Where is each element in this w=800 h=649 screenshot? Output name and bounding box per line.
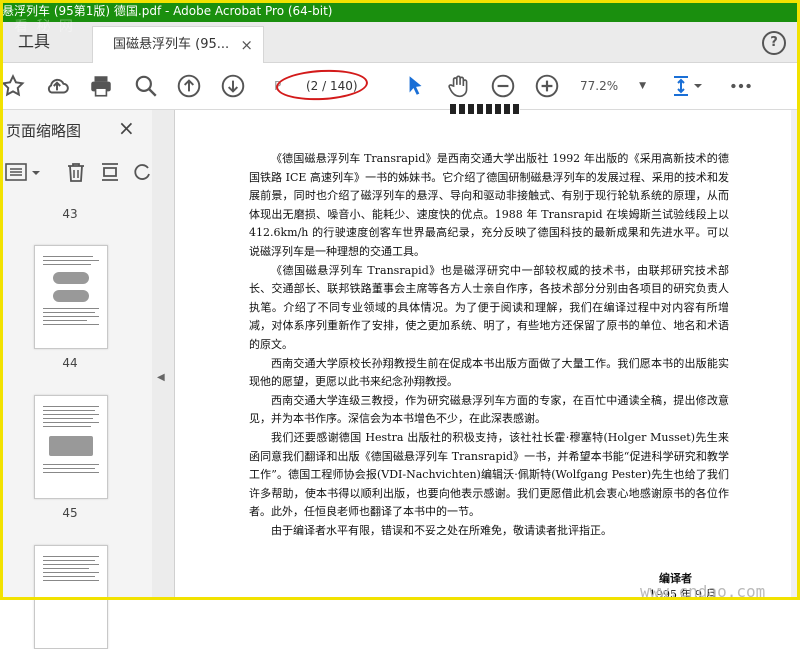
select-cursor-icon[interactable] xyxy=(402,73,428,99)
paragraph: 《德国磁悬浮列车 Transrapid》也是磁浮研究中一部较权威的技术书，由联邦… xyxy=(249,263,729,351)
cut-off-heading xyxy=(450,104,520,114)
paragraph: 《德国磁悬浮列车 Transrapid》是西南交通大学出版社 1992 年出版的… xyxy=(249,152,729,258)
toolbar: P (2 / 140) 77.2% ▼ xyxy=(0,63,800,110)
print-icon[interactable] xyxy=(88,73,114,99)
collapse-arrow-icon[interactable]: ◀ xyxy=(157,372,165,383)
document-viewport: 《德国磁悬浮列车 Transrapid》是西南交通大学出版社 1992 年出版的… xyxy=(175,104,800,601)
tab-document-label: 国磁悬浮列车 (95... xyxy=(113,37,230,52)
zoom-out-icon[interactable] xyxy=(490,73,516,99)
paragraph: 西南交通大学连级三教授，作为研究磁悬浮列车方面的专家，在百忙中通读全稿，提出修改… xyxy=(249,393,729,426)
watermark-bottom-right: www.cndao.com xyxy=(640,582,766,601)
options-menu-icon[interactable] xyxy=(4,160,44,184)
close-icon[interactable]: × xyxy=(118,116,135,140)
page-thumbnail-44[interactable] xyxy=(34,245,108,349)
page-label-45: 45 xyxy=(62,506,78,520)
paragraph: 由于编译者水平有限，错误和不妥之处在所难免，敬请读者批评指正。 xyxy=(271,523,612,537)
page-label-43: 43 xyxy=(62,207,78,221)
tab-bar: 工具 国磁悬浮列车 (95... × ? xyxy=(0,22,800,63)
close-icon[interactable]: × xyxy=(240,27,253,63)
zoom-in-icon[interactable] xyxy=(534,73,560,99)
fit-page-icon[interactable] xyxy=(670,73,704,99)
tab-document[interactable]: 国磁悬浮列车 (95... × xyxy=(92,26,264,63)
trash-icon[interactable] xyxy=(64,160,88,184)
more-icon[interactable] xyxy=(728,73,754,99)
insert-page-icon[interactable] xyxy=(98,160,122,184)
chevron-down-icon: ▼ xyxy=(639,81,646,91)
vertical-scrollbar[interactable] xyxy=(791,110,797,600)
star-icon[interactable] xyxy=(0,73,26,99)
document-body: 《德国磁悬浮列车 Transrapid》是西南交通大学出版社 1992 年出版的… xyxy=(249,150,729,540)
page-label-44: 44 xyxy=(62,356,78,370)
page-thumbnail-46[interactable] xyxy=(34,545,108,649)
search-zoom-icon[interactable] xyxy=(133,73,159,99)
thumbnail-panel: 页面缩略图 × 43 44 45 xyxy=(0,110,153,649)
panel-splitter[interactable]: ◀ xyxy=(152,110,175,600)
hand-icon[interactable] xyxy=(446,73,472,99)
panel-title: 页面缩略图 xyxy=(6,122,82,140)
paragraph: 西南交通大学原校长孙翔教授生前在促成本书出版方面做了大量工作。我们愿本书的出版能… xyxy=(249,356,729,389)
cloud-upload-icon[interactable] xyxy=(44,73,70,99)
window-title-bar: 悬浮列车 (95第1版) 德国.pdf - Adobe Acrobat Pro … xyxy=(0,0,800,22)
next-page-icon[interactable] xyxy=(220,73,246,99)
watermark-top-left: 看 秘 网 xyxy=(14,19,75,35)
zoom-level: 77.2% xyxy=(580,79,619,93)
zoom-level-select[interactable]: 77.2% ▼ xyxy=(580,75,646,97)
help-icon[interactable]: ? xyxy=(762,31,786,55)
panel-toolbar xyxy=(0,158,152,188)
page-thumbnail-45[interactable] xyxy=(34,395,108,499)
rotate-icon[interactable] xyxy=(130,160,154,184)
prev-page-icon[interactable] xyxy=(176,73,202,99)
paragraph: 我们还要感谢德国 Hestra 出版社的积极支持，该社社长霍·穆塞特(Holge… xyxy=(249,430,729,519)
